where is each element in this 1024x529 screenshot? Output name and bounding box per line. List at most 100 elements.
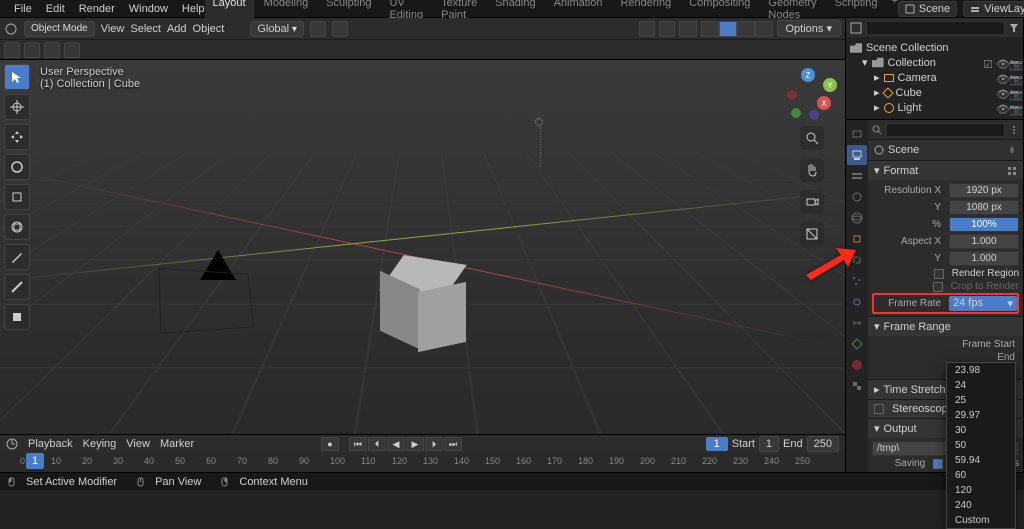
resy-field[interactable]: 1080 px — [949, 200, 1019, 215]
framerate-dropdown[interactable]: 24 fps▾ — [949, 296, 1017, 311]
tool-annotate[interactable] — [4, 244, 30, 270]
fps-option[interactable]: 60 — [947, 468, 1015, 483]
eye-icon[interactable]: 👁 — [996, 58, 1006, 68]
panel-format-header[interactable]: ▾ Format — [868, 160, 1023, 180]
nav-gizmo[interactable]: Z Y X — [787, 68, 837, 118]
stereo-check[interactable] — [874, 404, 884, 414]
tool-select[interactable] — [4, 64, 30, 90]
proportional-toggle[interactable] — [332, 21, 348, 37]
ptab-texture[interactable] — [847, 376, 867, 396]
timeline-ruler[interactable]: 1 01020304050607080901001101201301401501… — [0, 453, 845, 472]
gizmo-y[interactable]: Y — [823, 78, 837, 92]
aspy-field[interactable]: 1.000 — [949, 251, 1019, 266]
playhead[interactable]: 1 — [26, 453, 44, 469]
viewport-3d[interactable]: User Perspective (1) Collection | Cube Z… — [0, 60, 845, 434]
current-frame[interactable]: 1 — [706, 437, 728, 451]
fps-option[interactable]: 29.97 — [947, 408, 1015, 423]
tool-scale[interactable] — [4, 184, 30, 210]
outliner-search[interactable] — [866, 21, 1005, 35]
shade-solid[interactable] — [719, 21, 737, 37]
viewlayer-selector[interactable]: ViewLayer — [963, 1, 1024, 17]
scene-selector[interactable]: Scene — [898, 1, 957, 17]
cube-object[interactable] — [380, 260, 465, 345]
select-mode-3[interactable] — [44, 42, 60, 58]
check-icon[interactable]: ☑ — [983, 58, 993, 68]
fps-option[interactable]: 240 — [947, 498, 1015, 513]
crop-check[interactable] — [933, 282, 943, 292]
viewport-options[interactable]: Options ▾ — [777, 20, 842, 37]
aspx-field[interactable]: 1.000 — [949, 234, 1019, 249]
select-mode-1[interactable] — [4, 42, 20, 58]
tl-playback[interactable]: Playback — [28, 438, 73, 450]
properties-search[interactable] — [886, 123, 1005, 137]
tree-cube[interactable]: ▸ Cube 👁📷 — [848, 85, 1021, 100]
outliner-editor-icon[interactable] — [850, 22, 862, 34]
ptab-constraints[interactable] — [847, 313, 867, 333]
end-frame[interactable]: 250 — [807, 436, 839, 452]
snap-toggle[interactable] — [310, 21, 326, 37]
keyframe-next[interactable]: ⏵ — [425, 437, 443, 451]
options-icon[interactable] — [1009, 125, 1019, 135]
persp-ortho-icon[interactable] — [800, 222, 824, 246]
vp-menu-object[interactable]: Object — [193, 23, 225, 35]
fps-option[interactable]: 30 — [947, 423, 1015, 438]
tree-collection[interactable]: ▾ Collection ☑👁📷 — [848, 55, 1021, 70]
ptab-world[interactable] — [847, 208, 867, 228]
render-region-check[interactable] — [934, 269, 944, 279]
xray-button[interactable] — [679, 21, 697, 37]
fileext-check[interactable] — [933, 459, 943, 469]
tree-scene-collection[interactable]: Scene Collection — [848, 41, 1021, 55]
camera-vis-icon[interactable]: 📷 — [1009, 103, 1019, 113]
shade-matprev[interactable] — [737, 21, 755, 37]
jump-start[interactable]: ⏮ — [349, 437, 367, 451]
gizmo-vis-toggle[interactable] — [639, 21, 655, 37]
tool-addcube[interactable] — [4, 304, 30, 330]
eye-icon[interactable]: 👁 — [996, 103, 1006, 113]
pct-field[interactable]: 100% — [949, 217, 1019, 232]
editor-type-icon[interactable] — [4, 22, 18, 36]
tree-camera[interactable]: ▸ Camera 👁📷 — [848, 70, 1021, 85]
ptab-viewlayer[interactable] — [847, 166, 867, 186]
tool-transform[interactable] — [4, 214, 30, 240]
gizmo-neg-z[interactable] — [809, 110, 819, 120]
ptab-material[interactable] — [847, 355, 867, 375]
menu-render[interactable]: Render — [79, 3, 115, 15]
panel-framerange-header[interactable]: ▾ Frame Range — [868, 316, 1023, 336]
light-object[interactable] — [535, 118, 543, 126]
shade-rendered[interactable] — [755, 21, 773, 37]
fps-option[interactable]: 24 — [947, 378, 1015, 393]
menu-edit[interactable]: Edit — [46, 3, 65, 15]
fps-option[interactable]: 50 — [947, 438, 1015, 453]
orientation-select[interactable]: Global ▾ — [250, 21, 304, 37]
gizmo-neg-y[interactable] — [791, 108, 801, 118]
menu-file[interactable]: File — [14, 3, 32, 15]
tl-marker[interactable]: Marker — [160, 438, 194, 450]
vp-menu-select[interactable]: Select — [130, 23, 161, 35]
jump-end[interactable]: ⏭ — [444, 437, 462, 451]
tl-keying[interactable]: Keying — [83, 438, 117, 450]
camera-vis-icon[interactable]: 📷 — [1009, 73, 1019, 83]
tool-move[interactable] — [4, 124, 30, 150]
mode-select[interactable]: Object Mode — [24, 21, 95, 37]
ptab-physics[interactable] — [847, 292, 867, 312]
eye-icon[interactable]: 👁 — [996, 73, 1006, 83]
autokey-toggle[interactable]: ● — [321, 437, 339, 451]
menu-window[interactable]: Window — [129, 3, 168, 15]
select-mode-4[interactable] — [64, 42, 80, 58]
shade-wire[interactable] — [701, 21, 719, 37]
fps-option[interactable]: 25 — [947, 393, 1015, 408]
pan-icon[interactable] — [800, 158, 824, 182]
filter-icon[interactable] — [1009, 23, 1019, 33]
zoom-icon[interactable] — [800, 126, 824, 150]
camera-view-icon[interactable] — [800, 190, 824, 214]
ptab-scene[interactable] — [847, 187, 867, 207]
camera-vis-icon[interactable]: 📷 — [1009, 88, 1019, 98]
fps-option[interactable]: Custom — [947, 513, 1015, 528]
play-reverse[interactable]: ◀ — [387, 437, 405, 451]
menu-help[interactable]: Help — [182, 3, 205, 15]
ptab-render[interactable] — [847, 124, 867, 144]
eye-icon[interactable]: 👁 — [996, 88, 1006, 98]
keyframe-prev[interactable]: ⏴ — [368, 437, 386, 451]
fps-option[interactable]: 59.94 — [947, 453, 1015, 468]
vp-menu-view[interactable]: View — [101, 23, 125, 35]
